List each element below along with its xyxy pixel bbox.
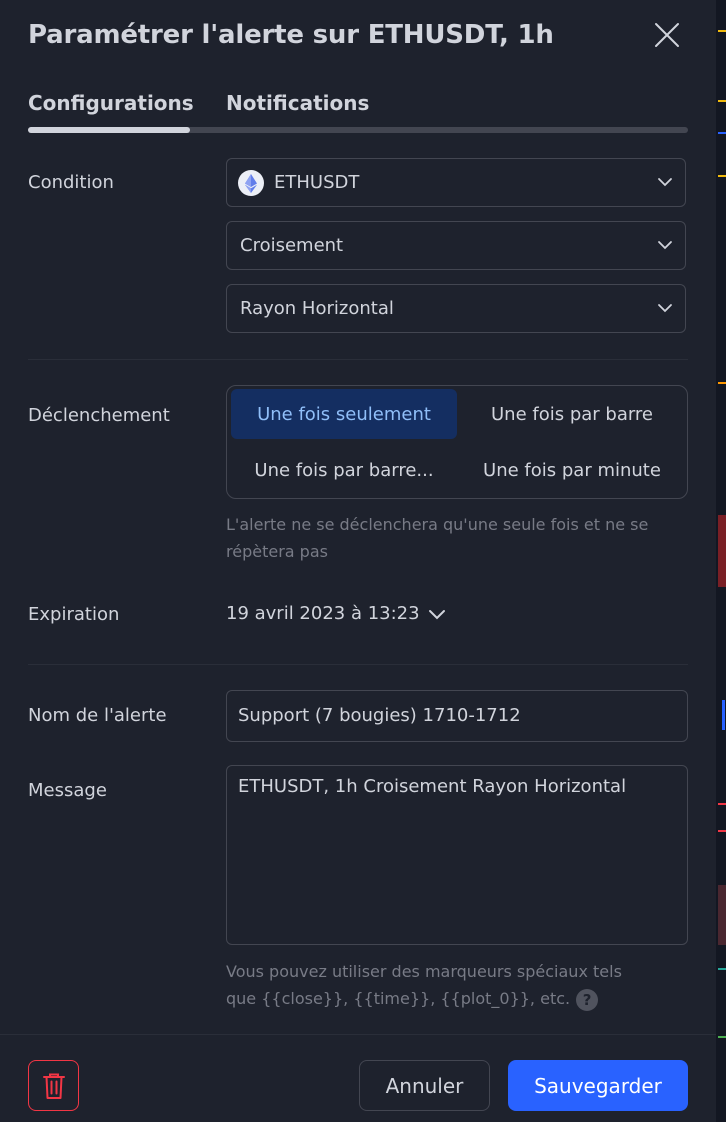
symbol-value: ETHUSDT [274, 172, 360, 193]
message-label: Message [28, 780, 107, 801]
trigger-once-only[interactable]: Une fois seulement [231, 389, 457, 439]
section-divider [28, 664, 688, 665]
target-value: Rayon Horizontal [240, 298, 394, 319]
footer-divider [0, 1034, 716, 1035]
operator-value: Croisement [240, 235, 344, 256]
trigger-once-per-bar-close[interactable]: Une fois par barre... [231, 445, 457, 495]
target-select[interactable]: Rayon Horizontal [226, 284, 686, 333]
alert-dialog: Paramétrer l'alerte sur ETHUSDT, 1h Conf… [0, 0, 716, 1122]
delete-alert-button[interactable] [28, 1060, 79, 1111]
trigger-label: Déclenchement [28, 405, 170, 426]
section-divider [28, 359, 688, 360]
expiration-value: 19 avril 2023 à 13:23 [226, 603, 420, 624]
symbol-select[interactable]: ETHUSDT [226, 158, 686, 207]
trigger-once-per-bar[interactable]: Une fois par barre [459, 389, 685, 439]
alert-name-label: Nom de l'alerte [28, 705, 167, 726]
condition-label: Condition [28, 172, 114, 193]
operator-select[interactable]: Croisement [226, 221, 686, 270]
alert-name-input[interactable]: Support (7 bougies) 1710-1712 [226, 690, 688, 742]
cancel-button[interactable]: Annuler [359, 1060, 490, 1111]
tab-active-indicator [28, 127, 190, 133]
chevron-down-icon [658, 241, 672, 250]
alert-name-value: Support (7 bougies) 1710-1712 [238, 705, 521, 726]
tab-track [28, 127, 688, 133]
trigger-once-per-minute[interactable]: Une fois par minute [459, 445, 685, 495]
background-chart-strip [716, 0, 726, 1122]
chevron-down-icon [658, 304, 672, 313]
expiration-picker[interactable]: 19 avril 2023 à 13:23 [226, 603, 446, 624]
trigger-hint: L'alerte ne se déclenchera qu'une seule … [226, 515, 649, 561]
close-button[interactable] [652, 20, 682, 50]
chevron-down-icon [658, 178, 672, 187]
close-icon [655, 23, 679, 47]
save-button[interactable]: Sauvegarder [508, 1060, 688, 1111]
help-icon[interactable]: ? [576, 988, 599, 1011]
tab-notifications[interactable]: Notifications [226, 91, 369, 115]
message-hint: Vous pouvez utiliser des marqueurs spéci… [226, 962, 622, 1011]
trigger-segmented-control: Une fois seulement Une fois par barre Un… [226, 385, 688, 499]
message-textarea[interactable]: ETHUSDT, 1h Croisement Rayon Horizontal [226, 765, 688, 945]
chevron-down-icon [428, 610, 445, 620]
dialog-title: Paramétrer l'alerte sur ETHUSDT, 1h [28, 20, 554, 50]
message-value: ETHUSDT, 1h Croisement Rayon Horizontal [238, 776, 627, 797]
expiration-label: Expiration [28, 604, 120, 625]
tab-configurations[interactable]: Configurations [28, 91, 194, 115]
ethereum-icon [238, 170, 264, 196]
trash-icon [43, 1073, 65, 1099]
